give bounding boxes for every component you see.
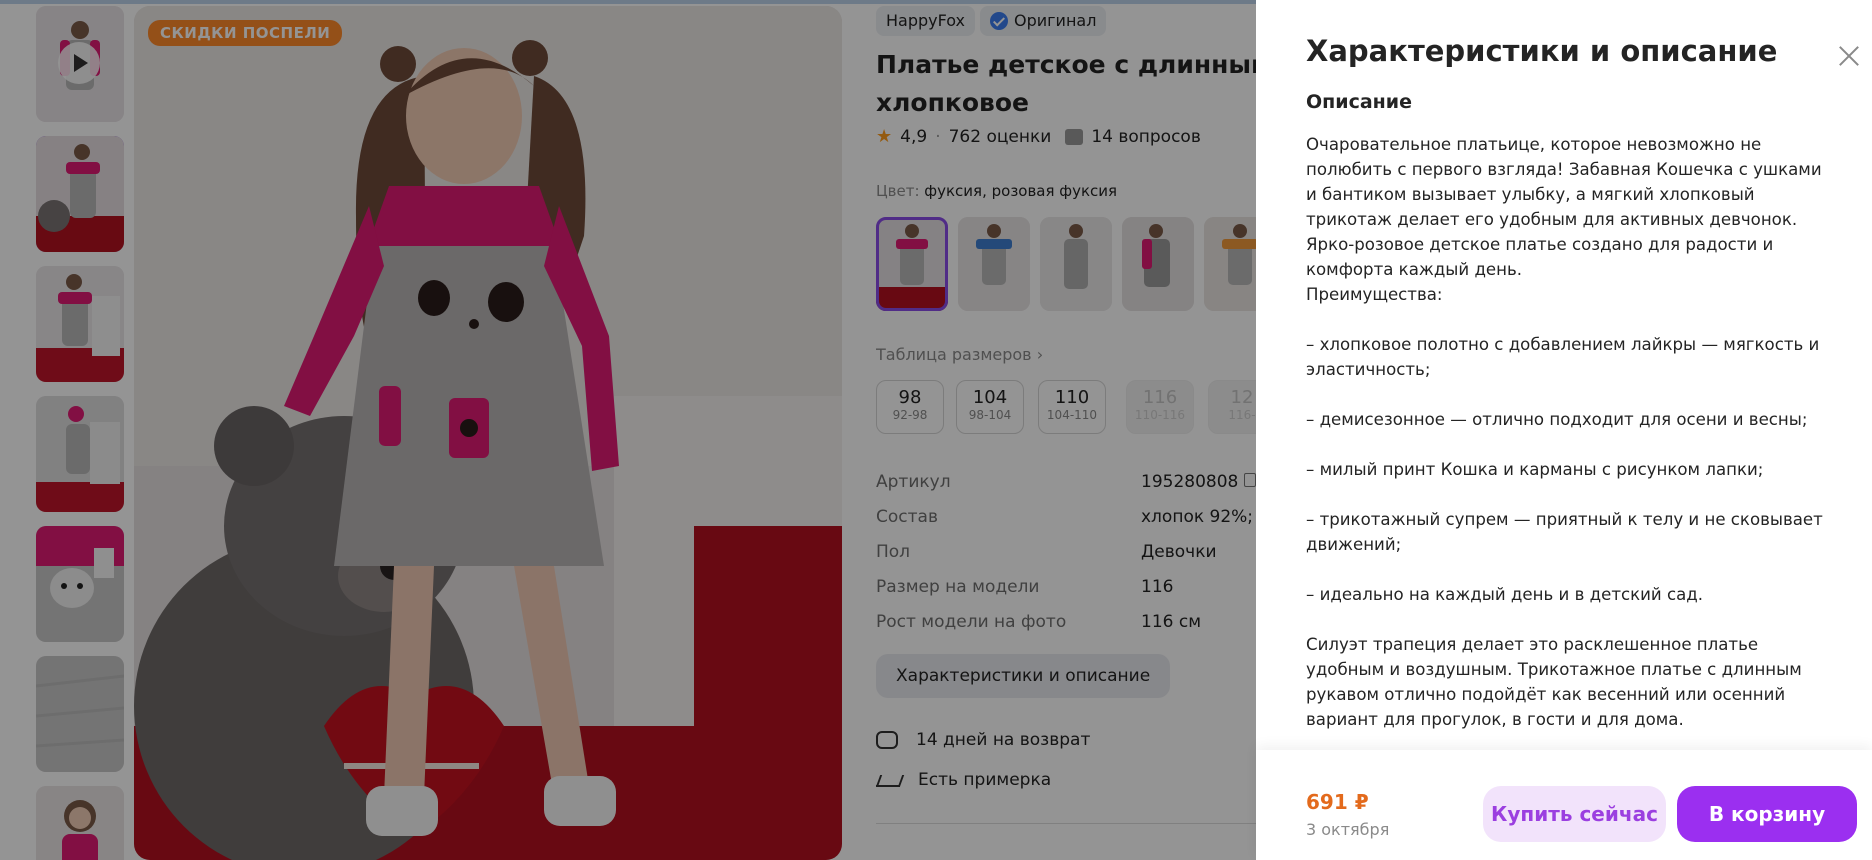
advantage-item: – трикотажный супрем — приятный к телу и… — [1306, 510, 1823, 554]
close-icon — [1833, 40, 1865, 72]
advantage-item: – демисезонное — отлично подходит для ос… — [1306, 410, 1808, 429]
buy-now-button[interactable]: Купить сейчас — [1483, 786, 1666, 842]
drawer-title: Характеристики и описание — [1306, 34, 1778, 68]
advantage-item: – хлопковое полотно с добавлением лайкры… — [1306, 335, 1820, 379]
add-to-cart-button[interactable]: В корзину — [1677, 786, 1857, 842]
modal-backdrop[interactable] — [0, 0, 1256, 860]
drawer-footer: 691 ₽ 3 октября Купить сейчас В корзину — [1256, 750, 1872, 860]
description-paragraph: Силуэт трапеция делает это расклешенное … — [1306, 635, 1802, 729]
advantage-item: – идеально на каждый день и в детский са… — [1306, 585, 1704, 604]
price: 691 ₽ — [1306, 790, 1369, 814]
section-heading: Описание — [1306, 91, 1413, 113]
delivery-date: 3 октября — [1306, 820, 1390, 839]
advantage-item: – милый принт Кошка и карманы с рисунком… — [1306, 460, 1764, 479]
advantages-heading: Преимущества: — [1306, 285, 1443, 304]
description-paragraph: Очаровательное платьице, которое невозмо… — [1306, 135, 1822, 279]
description-scroll-area[interactable]: Описание Очаровательное платьице, которо… — [1306, 88, 1826, 738]
close-button[interactable] — [1833, 40, 1865, 72]
